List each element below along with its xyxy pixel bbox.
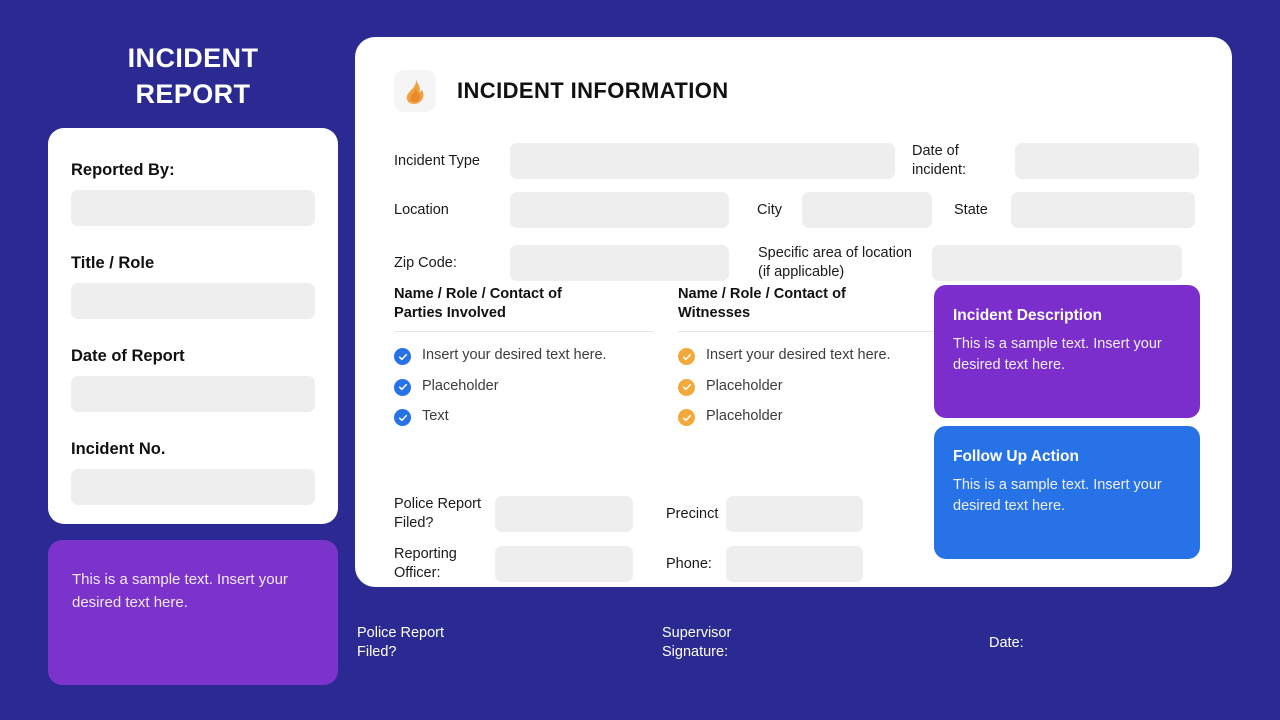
list-item[interactable]: Insert your desired text here. [394, 346, 654, 366]
parties-heading-line-2: Parties Involved [394, 305, 506, 321]
parties-involved-heading: Name / Role / Contact of Parties Involve… [394, 285, 654, 323]
date-of-incident-label-line-1: Date of [912, 143, 959, 159]
check-circle-icon [394, 348, 411, 365]
police-report-filed-input[interactable] [495, 496, 633, 532]
footer-supervisor-line-1: Supervisor [662, 625, 732, 641]
page-title: INCIDENT REPORT [48, 40, 338, 112]
phone-label: Phone: [666, 555, 712, 572]
check-circle-icon [678, 409, 695, 426]
precinct-label: Precinct [666, 505, 719, 522]
flame-icon [394, 70, 436, 112]
check-circle-icon [678, 348, 695, 365]
parties-and-witnesses-lists: Name / Role / Contact of Parties Involve… [394, 285, 939, 438]
incident-description-title: Incident Description [953, 307, 1102, 324]
check-circle-icon [394, 409, 411, 426]
witnesses-heading-line-2: Witnesses [678, 305, 751, 321]
incident-description-card: Incident Description This is a sample te… [934, 285, 1200, 418]
sidebar-note-text: This is a sample text. Insert your desir… [72, 571, 288, 611]
date-of-incident-input[interactable] [1015, 143, 1199, 179]
list-item-label: Placeholder [706, 377, 783, 394]
specific-area-input[interactable] [932, 245, 1182, 281]
list-item-label: Placeholder [706, 408, 783, 424]
list-item[interactable]: Placeholder [678, 407, 938, 427]
follow-up-action-card: Follow Up Action This is a sample text. … [934, 426, 1200, 559]
footer-police-report-filed: Police Report Filed? [357, 624, 547, 662]
check-circle-icon [394, 378, 411, 396]
form-row-zip: Zip Code: Specific area of location (if … [394, 244, 1204, 282]
panel-title: INCIDENT INFORMATION [457, 78, 729, 103]
date-of-incident-label: Date of incident: [912, 142, 1015, 180]
zip-code-label: Zip Code: [394, 254, 457, 271]
footer-date-label: Date: [989, 635, 1024, 651]
phone-input[interactable] [726, 546, 863, 582]
location-label: Location [394, 201, 449, 218]
specific-area-label-line-2: (if applicable) [758, 264, 845, 280]
witnesses-heading: Name / Role / Contact of Witnesses [678, 285, 938, 323]
list-item[interactable]: Placeholder [678, 377, 938, 397]
left-column: INCIDENT REPORT Reported By: Title / Rol… [48, 0, 338, 720]
reported-by-input[interactable] [71, 190, 315, 226]
footer-police-report-line-2: Filed? [357, 644, 397, 660]
location-input[interactable] [510, 192, 729, 228]
follow-up-action-body: This is a sample text. Insert your desir… [953, 477, 1162, 514]
reporting-officer-input[interactable] [495, 546, 633, 582]
page-title-line-1: INCIDENT [127, 43, 259, 73]
form-row-location: Location City State [394, 192, 1204, 228]
list-item-label: Insert your desired text here. [422, 347, 607, 363]
reporter-details-card: Reported By: Title / Role Date of Report… [48, 128, 338, 524]
incident-information-panel: INCIDENT INFORMATION Incident Type Date … [355, 37, 1232, 587]
panel-header: INCIDENT INFORMATION [394, 70, 729, 112]
incident-no-label: Incident No. [71, 440, 166, 458]
city-label: City [757, 201, 782, 218]
incident-type-input[interactable] [510, 143, 895, 179]
incident-no-input[interactable] [71, 469, 315, 505]
police-report-filed-label: Police Report Filed? [394, 495, 495, 533]
list-item-label: Placeholder [422, 377, 499, 394]
list-item[interactable]: Text [394, 407, 654, 427]
incident-type-label: Incident Type [394, 152, 480, 169]
footer-supervisor-signature: Supervisor Signature: [662, 624, 852, 662]
form-row-incident-type: Incident Type Date of incident: [394, 142, 1204, 180]
list-item[interactable]: Insert your desired text here. [678, 346, 938, 366]
follow-up-action-title: Follow Up Action [953, 448, 1079, 465]
reporting-officer-label-line-2: Officer: [394, 565, 441, 581]
witnesses-heading-line-1: Name / Role / Contact of [678, 286, 846, 302]
date-of-incident-label-line-2: incident: [912, 162, 967, 178]
page-title-line-2: REPORT [135, 79, 251, 109]
date-of-report-label: Date of Report [71, 347, 185, 365]
incident-description-body: This is a sample text. Insert your desir… [953, 336, 1162, 373]
zip-code-input[interactable] [510, 245, 729, 281]
list-item-label: Text [422, 408, 449, 424]
form-row-reporting-officer: Reporting Officer: Phone: [394, 545, 939, 583]
footer-police-report-line-1: Police Report [357, 625, 445, 641]
parties-involved-column: Name / Role / Contact of Parties Involve… [394, 285, 654, 438]
footer-supervisor-line-2: Signature: [662, 644, 729, 660]
state-label: State [954, 201, 988, 218]
sidebar-note-card: This is a sample text. Insert your desir… [48, 540, 338, 685]
list-item[interactable]: Placeholder [394, 377, 654, 397]
police-report-filed-label-line-1: Police Report [394, 496, 482, 512]
specific-area-label: Specific area of location (if applicable… [758, 244, 932, 282]
parties-heading-line-1: Name / Role / Contact of [394, 286, 562, 302]
form-row-police-report: Police Report Filed? Precinct [394, 495, 939, 533]
witnesses-divider [678, 331, 938, 332]
reporting-officer-label: Reporting Officer: [394, 545, 495, 583]
witnesses-column: Name / Role / Contact of Witnesses Inser… [678, 285, 938, 438]
list-item-label: Insert your desired text here. [706, 347, 891, 363]
state-input[interactable] [1011, 192, 1195, 228]
police-report-filed-label-line-2: Filed? [394, 515, 434, 531]
title-role-label: Title / Role [71, 254, 155, 272]
reporting-officer-label-line-1: Reporting [394, 546, 457, 562]
date-of-report-input[interactable] [71, 376, 315, 412]
city-input[interactable] [802, 192, 932, 228]
reported-by-label: Reported By: [71, 161, 175, 179]
precinct-input[interactable] [726, 496, 863, 532]
check-circle-icon [678, 378, 695, 396]
specific-area-label-line-1: Specific area of location [758, 245, 912, 261]
parties-divider [394, 331, 654, 332]
title-role-input[interactable] [71, 283, 315, 319]
